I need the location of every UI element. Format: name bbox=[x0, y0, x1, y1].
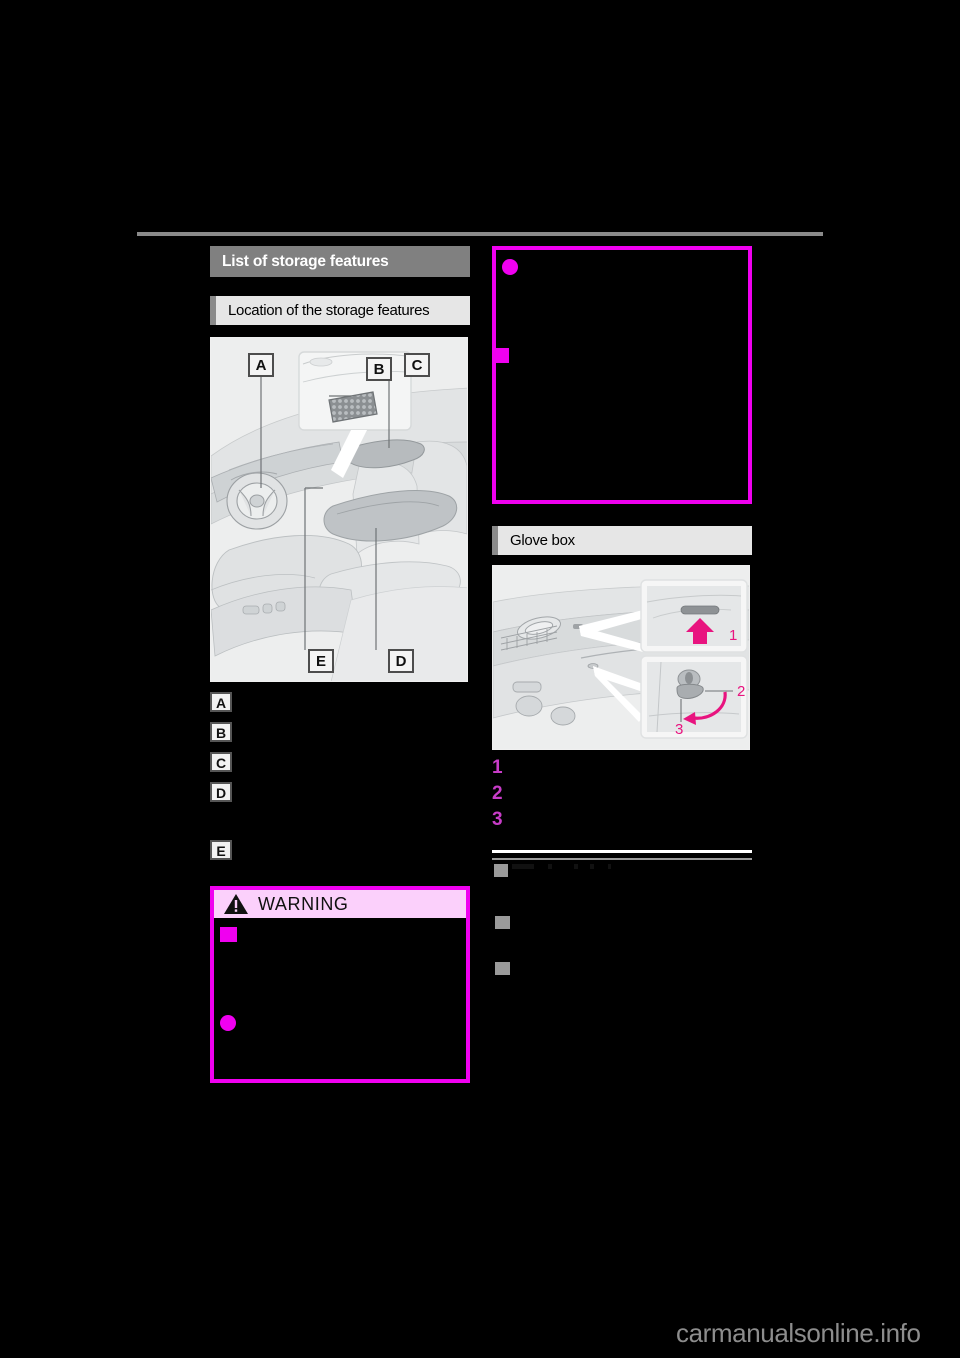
list-item bbox=[492, 952, 752, 998]
svg-text:A: A bbox=[256, 357, 267, 374]
note-bullet-marker-2 bbox=[495, 962, 510, 975]
warning-box-continued bbox=[492, 246, 752, 504]
subsection-rule-bottom bbox=[492, 858, 752, 860]
callout-chip-b: B bbox=[366, 357, 392, 381]
list-marker-e: E bbox=[210, 840, 232, 860]
section-heading-glove-box: Glove box bbox=[492, 526, 752, 555]
glove-box-illustration-svg: 1 2 3 bbox=[493, 566, 749, 749]
list-item bbox=[492, 906, 752, 952]
glove-box-notes bbox=[492, 906, 752, 998]
callout-chip-a: A bbox=[248, 353, 274, 377]
list-item: D bbox=[210, 782, 470, 840]
inset-label-1: 1 bbox=[729, 627, 737, 644]
list-marker-d: D bbox=[210, 782, 232, 802]
page-top-rule bbox=[137, 232, 823, 236]
warning-box: WARNING bbox=[210, 886, 470, 1083]
glove-box-steps: 1 2 3 bbox=[492, 758, 752, 836]
note-bullet-marker-1 bbox=[495, 916, 510, 929]
step-number-2: 2 bbox=[492, 783, 503, 804]
list-item: 2 bbox=[492, 784, 752, 810]
svg-text:C: C bbox=[412, 357, 423, 374]
callout-chip-d: D bbox=[388, 649, 414, 673]
list-marker-c: C bbox=[210, 752, 232, 772]
subsection-marker bbox=[494, 864, 508, 877]
subsection-heading-block bbox=[492, 850, 752, 884]
warning-title: WARNING bbox=[258, 893, 349, 914]
list-item: 3 bbox=[492, 810, 752, 836]
storage-feature-list: A B C D E bbox=[210, 692, 470, 870]
warning-item-square-marker bbox=[220, 927, 237, 942]
svg-text:D: D bbox=[396, 653, 407, 670]
list-item: 1 bbox=[492, 758, 752, 784]
warning-triangle-icon bbox=[224, 894, 248, 914]
warning-cont-square-marker bbox=[492, 348, 509, 363]
interior-storage-illustration: A B C D E bbox=[210, 337, 468, 682]
callout-chip-e: E bbox=[308, 649, 334, 673]
list-item: A bbox=[210, 692, 470, 722]
warning-item-bullet-marker bbox=[220, 1015, 236, 1031]
site-watermark: carmanualsonline.info bbox=[676, 1318, 921, 1348]
list-marker-b: B bbox=[210, 722, 232, 742]
manual-page: List of storage features Location of the… bbox=[0, 0, 960, 1358]
warning-header: WARNING bbox=[214, 890, 466, 918]
left-column: List of storage features Location of the… bbox=[210, 246, 470, 1083]
warning-body bbox=[214, 918, 466, 1079]
list-item: E bbox=[210, 840, 470, 870]
svg-text:E: E bbox=[316, 653, 326, 670]
inset-label-2: 2 bbox=[737, 683, 745, 700]
section-heading-location: Location of the storage features bbox=[210, 296, 470, 325]
list-marker-a: A bbox=[210, 692, 232, 712]
callout-chip-c: C bbox=[404, 353, 430, 377]
svg-text:B: B bbox=[374, 361, 385, 378]
step-number-1: 1 bbox=[492, 757, 503, 778]
list-item: C bbox=[210, 752, 470, 782]
glove-box-illustration: 1 2 3 bbox=[492, 565, 750, 750]
subsection-rule-top bbox=[492, 850, 752, 853]
step-number-3: 3 bbox=[492, 809, 503, 830]
page-title: List of storage features bbox=[210, 246, 470, 277]
warning-cont-bullet-marker bbox=[502, 259, 518, 275]
right-column: Glove box 1 2 3 1 2 3 bbox=[492, 246, 752, 998]
list-item: B bbox=[210, 722, 470, 752]
inset-label-3: 3 bbox=[675, 721, 683, 738]
interior-illustration-svg: A B C D E bbox=[211, 338, 467, 681]
